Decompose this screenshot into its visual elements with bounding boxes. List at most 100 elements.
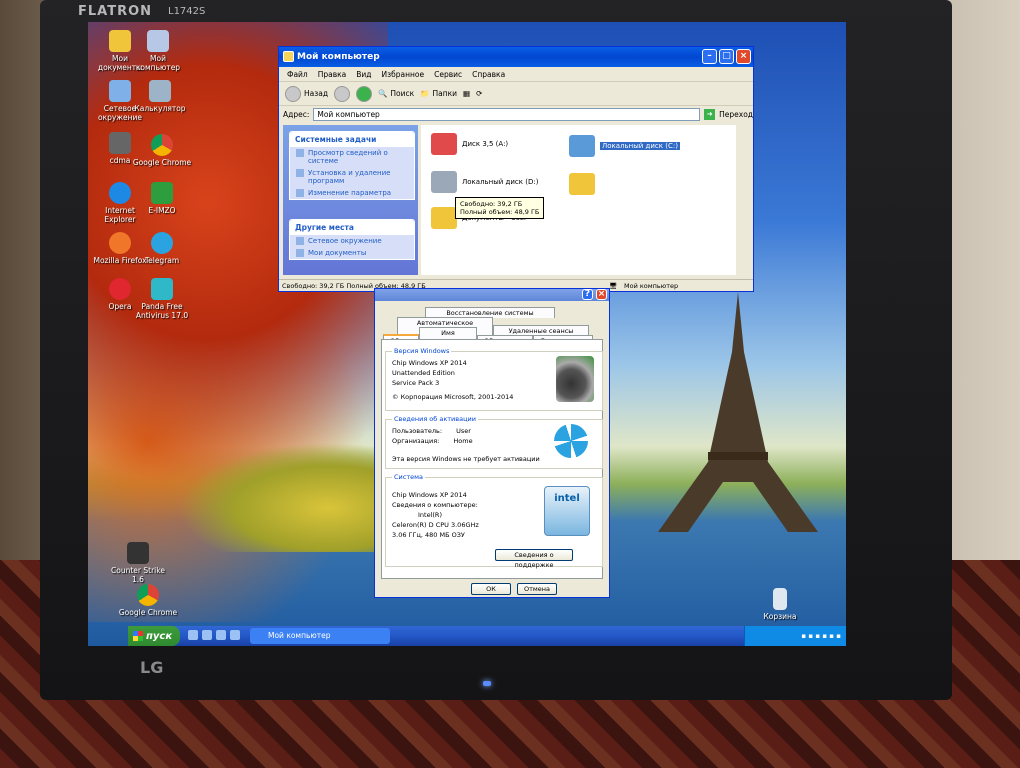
cs-icon bbox=[127, 542, 149, 564]
system-tray: ▪ ▪ ▪ ▪ ▪ ▪ bbox=[744, 626, 846, 646]
task-view-system-info[interactable]: Просмотр сведений о системе bbox=[290, 147, 414, 167]
chrome-icon bbox=[151, 134, 173, 156]
other-places-title[interactable]: Другие места bbox=[290, 220, 414, 235]
explorer-window: Мой компьютер – □ × Файл Правка Вид Избр… bbox=[278, 46, 754, 292]
toolbar: Назад 🔍 Поиск 📁 Папки ▦ ⟳ bbox=[279, 82, 753, 106]
start-button[interactable]: пуск bbox=[128, 626, 180, 646]
quick-launch-icon[interactable] bbox=[216, 630, 226, 640]
drive-c[interactable]: Локальный диск (C:) bbox=[569, 135, 680, 157]
opera-icon bbox=[109, 278, 131, 300]
menu-edit[interactable]: Правка bbox=[318, 70, 347, 79]
calculator-icon bbox=[149, 80, 171, 102]
computer-icon bbox=[147, 30, 169, 52]
quick-launch-icon[interactable] bbox=[202, 630, 212, 640]
task-add-remove-programs[interactable]: Установка и удаление программ bbox=[290, 167, 414, 187]
menu-help[interactable]: Справка bbox=[472, 70, 505, 79]
place-network[interactable]: Сетевое окружение bbox=[290, 235, 414, 247]
task-pane: Системные задачи Просмотр сведений о сис… bbox=[283, 125, 418, 275]
power-led bbox=[483, 681, 491, 686]
monitor-logo: LG bbox=[140, 658, 164, 677]
desktop-icon-my-computer[interactable]: Мой компьютер bbox=[128, 30, 188, 72]
sync-button[interactable]: ⟳ bbox=[476, 89, 482, 98]
firefox-icon bbox=[109, 232, 131, 254]
search-button[interactable]: 🔍 Поиск bbox=[378, 89, 414, 98]
panda-icon bbox=[151, 278, 173, 300]
eimzo-icon bbox=[151, 182, 173, 204]
address-input[interactable]: Мой компьютер bbox=[313, 108, 701, 121]
desktop-icon-eimzo[interactable]: E-IMZO bbox=[132, 182, 192, 215]
taskbar: пуск Мой компьютер ▪ ▪ ▪ ▪ ▪ ▪ bbox=[128, 626, 846, 646]
cancel-button[interactable]: Отмена bbox=[517, 583, 557, 595]
ok-button[interactable]: ОК bbox=[471, 583, 511, 595]
desktop-icon-counter-strike[interactable]: Counter Strike 1.6 bbox=[108, 542, 168, 584]
hard-drive-icon bbox=[569, 135, 595, 157]
menu-bar: Файл Правка Вид Избранное Сервис Справка bbox=[279, 67, 753, 82]
menu-favorites[interactable]: Избранное bbox=[382, 70, 425, 79]
disk-tooltip: Свободно: 39,2 ГБ Полный объем: 48,9 ГБ bbox=[455, 197, 545, 219]
windows-version-group: Версия Windows Chip Windows XP 2014 Unat… bbox=[385, 346, 603, 411]
menu-view[interactable]: Вид bbox=[356, 70, 371, 79]
minimize-button[interactable]: – bbox=[702, 49, 717, 64]
system-tasks-box: Системные задачи Просмотр сведений о сис… bbox=[289, 131, 415, 200]
system-properties-dialog: ? × Восстановление системы Автоматическо… bbox=[374, 288, 610, 598]
other-places-box: Другие места Сетевое окружение Мои докум… bbox=[289, 219, 415, 260]
desktop-icon-recycle-bin[interactable]: Корзина bbox=[750, 588, 810, 621]
desktop-icon-panda[interactable]: Panda Free Antivirus 17.0 bbox=[132, 278, 192, 320]
desktop: Мои документы Мой компьютер Сетевое окру… bbox=[88, 22, 846, 646]
telegram-icon bbox=[151, 232, 173, 254]
back-arrow-icon bbox=[285, 85, 301, 102]
desktop-icon-telegram[interactable]: Telegram bbox=[132, 232, 192, 265]
desktop-icon-chrome-2[interactable]: Google Chrome bbox=[118, 584, 178, 617]
monitor-model: L1742S bbox=[168, 6, 206, 17]
up-button[interactable] bbox=[356, 85, 373, 102]
intel-logo-icon: intel bbox=[544, 486, 590, 536]
taskbar-item-my-computer[interactable]: Мой компьютер bbox=[250, 628, 390, 644]
quick-launch-icon[interactable] bbox=[230, 630, 240, 640]
address-bar: Адрес: Мой компьютер ➜ Переход bbox=[283, 108, 753, 121]
help-button[interactable]: ? bbox=[582, 289, 593, 300]
folders-button[interactable]: 📁 Папки bbox=[420, 89, 457, 98]
forward-arrow-icon bbox=[334, 85, 351, 102]
quick-launch-icon[interactable] bbox=[188, 630, 198, 640]
drive-a[interactable]: Диск 3,5 (A:) bbox=[431, 133, 508, 155]
windows-logo-icon bbox=[556, 356, 594, 402]
folder-icon bbox=[431, 207, 457, 229]
computer-icon: 🖥 bbox=[609, 281, 618, 290]
folder-shared[interactable] bbox=[569, 173, 595, 195]
support-info-button[interactable]: Сведения о поддержке bbox=[495, 549, 573, 569]
refresh-icon: ⟳ bbox=[476, 89, 483, 98]
folders-icon: 📁 bbox=[420, 89, 430, 98]
place-my-documents[interactable]: Мои документы bbox=[290, 247, 414, 259]
activation-star-icon bbox=[554, 424, 588, 458]
back-button[interactable]: Назад bbox=[285, 85, 328, 102]
menu-file[interactable]: Файл bbox=[287, 70, 308, 79]
views-icon: ▦ bbox=[463, 89, 471, 98]
up-folder-icon bbox=[356, 85, 373, 102]
task-change-setting[interactable]: Изменение параметра bbox=[290, 187, 414, 199]
desktop-icon-calculator[interactable]: Калькулятор bbox=[130, 80, 190, 113]
tray-icons[interactable]: ▪ ▪ ▪ ▪ ▪ ▪ bbox=[801, 632, 841, 640]
folder-icon bbox=[569, 173, 595, 195]
desktop-icon-chrome[interactable]: Google Chrome bbox=[132, 134, 192, 167]
views-button[interactable]: ▦ bbox=[463, 89, 470, 98]
menu-tools[interactable]: Сервис bbox=[434, 70, 462, 79]
floppy-icon bbox=[431, 133, 457, 155]
activation-group: Сведения об активации Пользователь: User… bbox=[385, 414, 603, 469]
go-button[interactable]: Переход bbox=[719, 110, 753, 119]
maximize-button[interactable]: □ bbox=[719, 49, 734, 64]
close-button[interactable]: × bbox=[736, 49, 751, 64]
go-icon[interactable]: ➜ bbox=[704, 109, 716, 120]
monitor-brand: FLATRON bbox=[78, 4, 153, 19]
dialog-close-button[interactable]: × bbox=[596, 289, 607, 300]
drive-d[interactable]: Локальный диск (D:) bbox=[431, 171, 538, 193]
computer-icon bbox=[283, 51, 294, 62]
dialog-titlebar[interactable]: ? × bbox=[375, 289, 609, 301]
quick-launch bbox=[188, 630, 240, 640]
ie-icon bbox=[109, 182, 131, 204]
system-tasks-title[interactable]: Системные задачи bbox=[290, 132, 414, 147]
search-icon: 🔍 bbox=[378, 89, 388, 98]
explorer-titlebar[interactable]: Мой компьютер – □ × bbox=[279, 47, 753, 67]
forward-button[interactable] bbox=[334, 85, 351, 102]
recycle-bin-icon bbox=[773, 588, 787, 610]
chrome-icon bbox=[137, 584, 159, 606]
